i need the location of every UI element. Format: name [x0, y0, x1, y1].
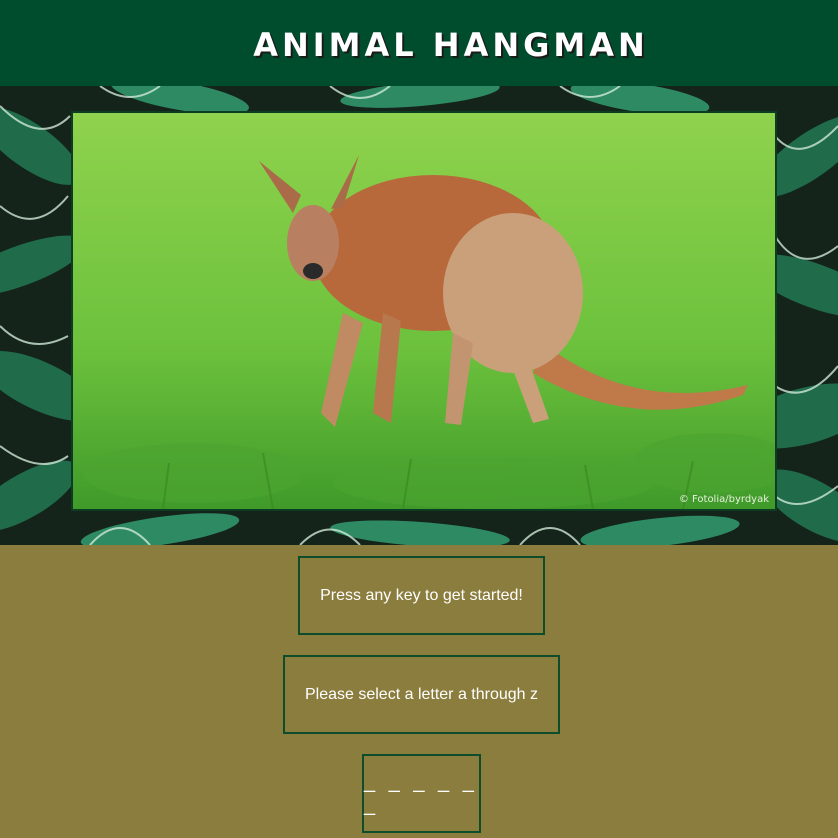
animal-photo: © Fotolia/byrdyak	[71, 111, 777, 511]
image-credit: © Fotolia/byrdyak	[678, 494, 769, 505]
page-title: ANIMAL HANGMAN	[253, 26, 649, 64]
word-display-box: _ _ _ _ _ _	[362, 754, 481, 833]
kangaroo-image	[73, 113, 775, 509]
instruction-box: Please select a letter a through z	[283, 655, 560, 734]
start-prompt-box: Press any key to get started!	[298, 556, 545, 635]
jungle-leaf-banner: © Fotolia/byrdyak	[0, 86, 838, 545]
page-header: ANIMAL HANGMAN	[0, 0, 838, 86]
